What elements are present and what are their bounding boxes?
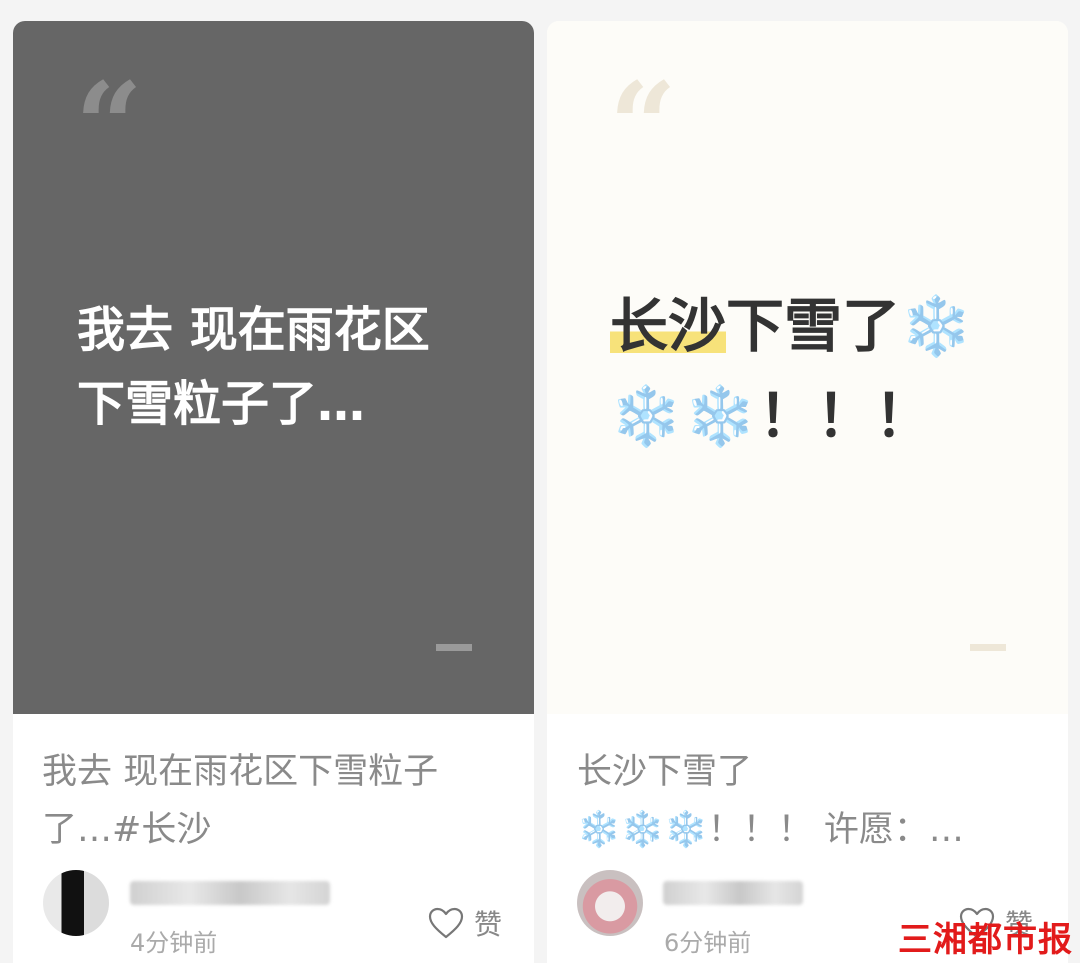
post-title[interactable]: 我去 现在雨花区下雪粒子 了…#长沙 (42, 743, 512, 859)
cover-text-punct: ！！！ (758, 382, 933, 450)
like-label: 赞 (474, 908, 503, 941)
cover-text: 我去 现在雨花区 下雪粒子了… (77, 293, 497, 441)
watermark-logo: 三湘都市报 (898, 920, 1073, 960)
post-time: 4分钟前 (130, 929, 218, 957)
cover-text-rest: 下雪了 (726, 292, 901, 360)
highlighted-text: 长沙 (610, 292, 727, 360)
username-blurred[interactable] (130, 881, 330, 905)
post-title[interactable]: 长沙下雪了 ❄️❄️❄️！！！ 许愿：… (577, 743, 1057, 859)
post-cover[interactable]: “ 我去 现在雨花区 下雪粒子了… (13, 21, 534, 714)
snowflake-icon: ❄️ (900, 292, 975, 360)
cover-text-line: 我去 现在雨花区 (77, 302, 430, 358)
cover-dash-decoration (436, 644, 472, 651)
post-time: 6分钟前 (664, 929, 752, 957)
avatar[interactable] (577, 870, 643, 936)
avatar[interactable] (43, 870, 109, 936)
feed-page: “ 我去 现在雨花区 下雪粒子了… 我去 现在雨花区下雪粒子 了…#长沙 4分钟… (0, 0, 1080, 963)
post-card[interactable]: “ 长沙下雪了❄️ ❄️❄️！！！ 长沙下雪了 ❄️❄️❄️！！！ 许愿：… 6… (547, 21, 1068, 963)
username-blurred[interactable] (663, 881, 803, 905)
heart-icon (428, 907, 464, 939)
cover-text-line: ❄️❄️！！！ (610, 371, 1040, 461)
like-button[interactable]: 赞 (428, 901, 502, 945)
post-title-line: 长沙下雪了 (577, 752, 753, 792)
post-card[interactable]: “ 我去 现在雨花区 下雪粒子了… 我去 现在雨花区下雪粒子 了…#长沙 4分钟… (13, 21, 534, 963)
cover-text-line: 下雪粒子了… (77, 376, 366, 432)
cover-dash-decoration (970, 644, 1006, 651)
post-title-line: ❄️❄️❄️！！！ 许愿：… (577, 810, 964, 850)
quote-icon: “ (75, 56, 143, 195)
post-cover[interactable]: “ 长沙下雪了❄️ ❄️❄️！！！ (547, 21, 1068, 714)
quote-icon: “ (609, 56, 677, 195)
post-title-line: 了…#长沙 (42, 810, 212, 850)
post-title-line: 我去 现在雨花区下雪粒子 (42, 752, 439, 792)
snowflake-icon: ❄️❄️ (610, 382, 759, 450)
cover-text-line: 长沙下雪了❄️ (610, 281, 1040, 371)
cover-text: 长沙下雪了❄️ ❄️❄️！！！ (610, 281, 1040, 461)
